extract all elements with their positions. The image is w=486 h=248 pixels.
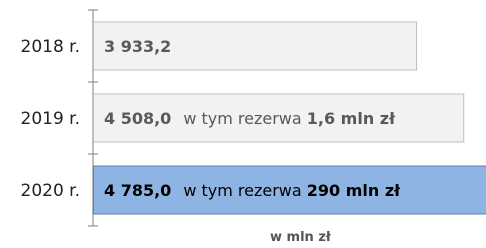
x-axis-unit-label: w mln zł (270, 230, 331, 245)
bar-data-label: 3 933,2 (104, 37, 183, 57)
category-label: 2018 r. (20, 37, 81, 57)
value-label: 3 933,2 (104, 37, 172, 56)
bar-data-label: 4 508,0 w tym rezerwa 1,6 mln zł (104, 109, 395, 129)
annotation-prefix: w tym rezerwa (183, 109, 307, 128)
annotation-reserve: 1,6 mln zł (306, 109, 396, 128)
category-label: 2019 r. (20, 109, 81, 129)
category-label: 2020 r. (20, 181, 81, 201)
annotation-reserve: 290 mln zł (306, 181, 401, 200)
annotation-prefix: w tym rezerwa (183, 181, 307, 200)
chart: 2018 r. 2019 r. 2020 r. 3 933,2 4 508,0 w… (0, 0, 486, 248)
value-label: 4 508,0 (104, 109, 172, 128)
value-label: 4 785,0 (104, 181, 172, 200)
bar-data-label: 4 785,0 w tym rezerwa 290 mln zł (104, 181, 400, 201)
